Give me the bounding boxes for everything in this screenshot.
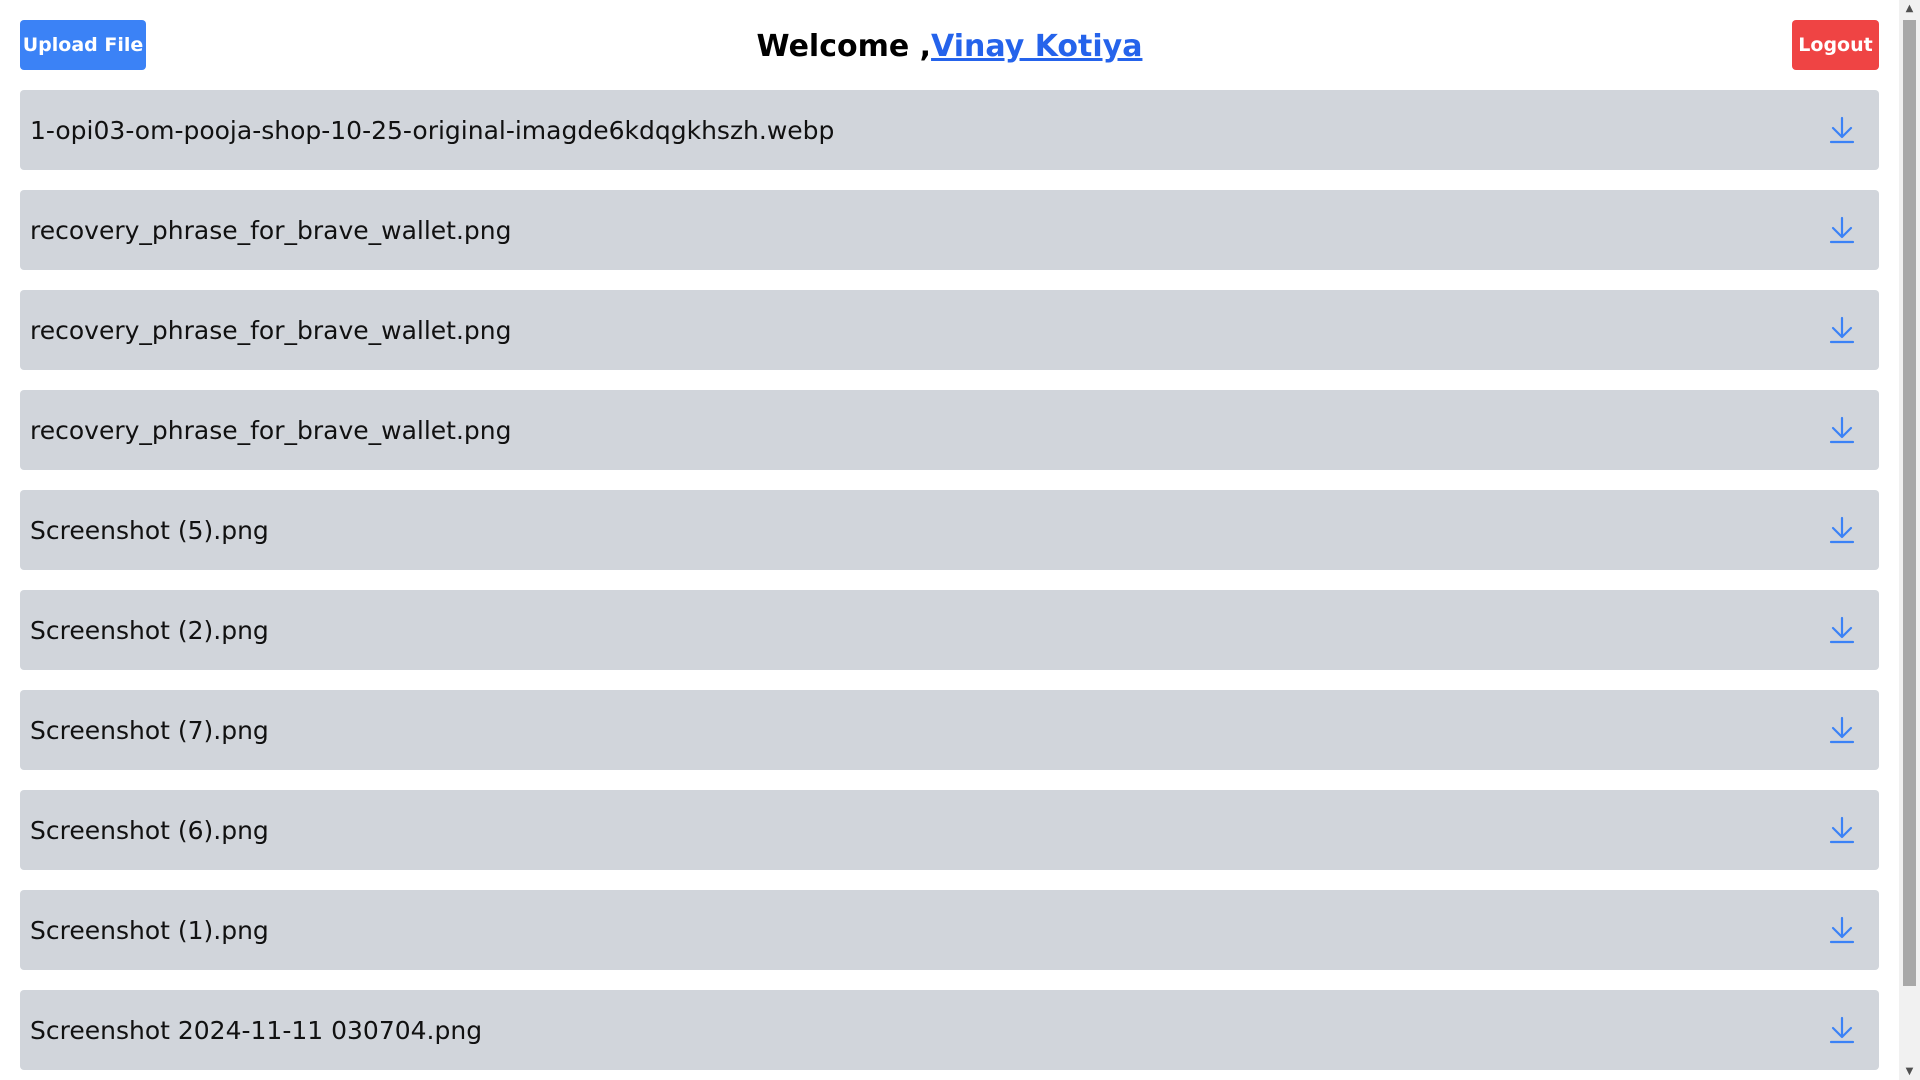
file-row: Screenshot (1).png bbox=[20, 890, 1879, 970]
file-row: Screenshot (6).png bbox=[20, 790, 1879, 870]
file-name: recovery_phrase_for_brave_wallet.png bbox=[30, 315, 512, 345]
file-name: 1-opi03-om-pooja-shop-10-25-original-ima… bbox=[30, 115, 835, 145]
file-row: 1-opi03-om-pooja-shop-10-25-original-ima… bbox=[20, 90, 1879, 170]
download-icon[interactable] bbox=[1827, 815, 1857, 845]
file-name: Screenshot (7).png bbox=[30, 715, 269, 745]
header: Welcome , Vinay Kotiya Upload File Logout bbox=[0, 0, 1899, 90]
file-row: recovery_phrase_for_brave_wallet.png bbox=[20, 290, 1879, 370]
logout-button[interactable]: Logout bbox=[1792, 20, 1879, 70]
file-name: Screenshot (6).png bbox=[30, 815, 269, 845]
arrow-down-icon[interactable]: ▼ bbox=[1899, 1063, 1920, 1080]
welcome-prefix: Welcome , bbox=[756, 28, 932, 64]
page: Welcome , Vinay Kotiya Upload File Logout… bbox=[0, 0, 1899, 1080]
file-row: recovery_phrase_for_brave_wallet.png bbox=[20, 190, 1879, 270]
username-link[interactable]: Vinay Kotiya bbox=[931, 29, 1142, 64]
download-icon[interactable] bbox=[1827, 315, 1857, 345]
download-icon[interactable] bbox=[1827, 115, 1857, 145]
file-row: Screenshot (7).png bbox=[20, 690, 1879, 770]
file-name: Screenshot (5).png bbox=[30, 515, 269, 545]
vertical-scrollbar[interactable]: ▲ ▼ bbox=[1899, 0, 1920, 1080]
file-name: recovery_phrase_for_brave_wallet.png bbox=[30, 215, 512, 245]
welcome-heading: Welcome , Vinay Kotiya bbox=[0, 0, 1899, 92]
arrow-up-icon[interactable]: ▲ bbox=[1899, 0, 1920, 17]
upload-file-button[interactable]: Upload File bbox=[20, 20, 146, 70]
file-row: Screenshot 2024-11-11 030704.png bbox=[20, 990, 1879, 1070]
download-icon[interactable] bbox=[1827, 1015, 1857, 1045]
file-name: Screenshot 2024-11-11 030704.png bbox=[30, 1015, 483, 1045]
file-list: 1-opi03-om-pooja-shop-10-25-original-ima… bbox=[20, 90, 1879, 1080]
file-name: recovery_phrase_for_brave_wallet.png bbox=[30, 415, 512, 445]
file-row: Screenshot (5).png bbox=[20, 490, 1879, 570]
download-icon[interactable] bbox=[1827, 215, 1857, 245]
download-icon[interactable] bbox=[1827, 715, 1857, 745]
scrollbar-thumb[interactable] bbox=[1903, 20, 1916, 986]
download-icon[interactable] bbox=[1827, 415, 1857, 445]
file-name: Screenshot (1).png bbox=[30, 915, 269, 945]
file-row: recovery_phrase_for_brave_wallet.png bbox=[20, 390, 1879, 470]
file-name: Screenshot (2).png bbox=[30, 615, 269, 645]
download-icon[interactable] bbox=[1827, 515, 1857, 545]
download-icon[interactable] bbox=[1827, 615, 1857, 645]
file-row: Screenshot (2).png bbox=[20, 590, 1879, 670]
download-icon[interactable] bbox=[1827, 915, 1857, 945]
